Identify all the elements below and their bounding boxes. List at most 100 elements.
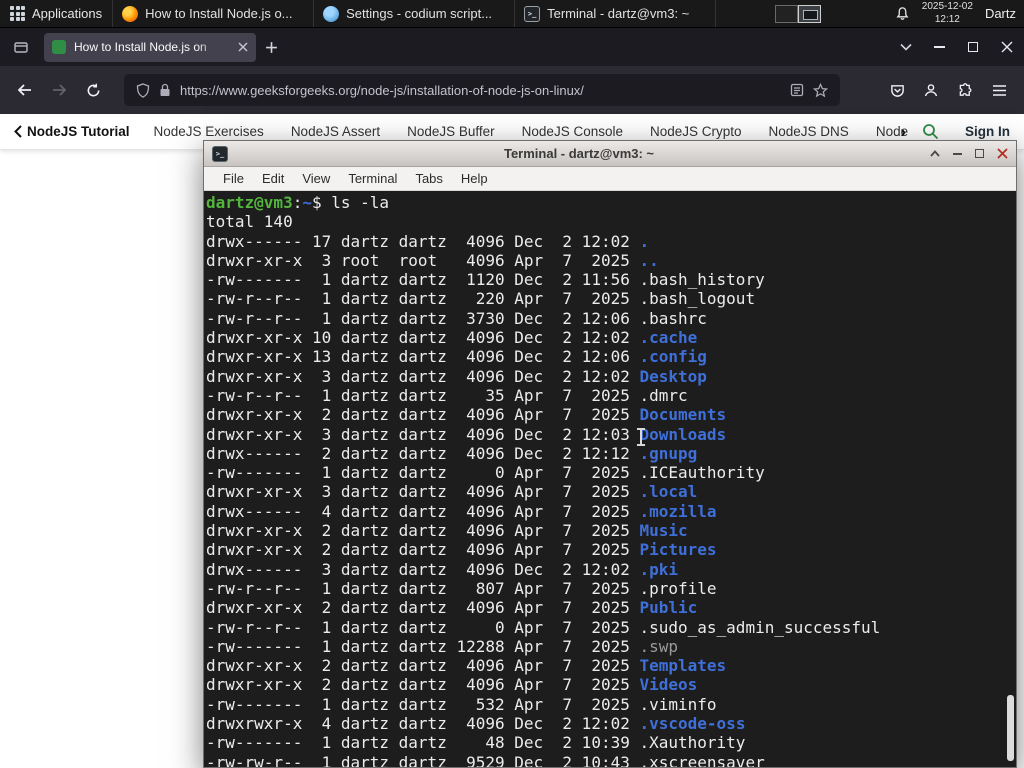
terminal-line: -rw-rw-r-- 1 dartz dartz 9529 Dec 2 10:4… [206, 752, 765, 767]
taskbar-status-area: 2025-12-02 12:12 Dartz [891, 0, 1024, 27]
terminal-menubar: File Edit View Terminal Tabs Help [204, 167, 1016, 191]
back-icon[interactable] [8, 74, 42, 106]
terminal-output: dartz@vm3:~$ ls -la total 140 drwx------ 1… [206, 193, 1016, 767]
mouse-ibeam-cursor [637, 428, 645, 446]
terminal-line: -rw-r--r-- 1 dartz dartz 807 Apr 7 2025 … [206, 578, 717, 598]
workspace-2-active[interactable] [797, 4, 821, 23]
terminal-menu-tabs[interactable]: Tabs [406, 171, 451, 186]
taskbar-window-button[interactable]: How to Install Node.js o... [113, 0, 315, 27]
site-nav-items: NodeJS Exercises NodeJS Assert NodeJS Buff… [154, 124, 913, 139]
forward-icon[interactable] [42, 74, 76, 106]
workspace-1[interactable] [774, 4, 798, 23]
terminal-line: drwxr-xr-x 3 root root 4096 Apr 7 2025 .… [206, 250, 659, 270]
terminal-line: -rw------- 1 dartz dartz 48 Dec 2 10:39 … [206, 733, 746, 753]
pocket-icon[interactable] [880, 74, 914, 106]
terminal-menu-file[interactable]: File [214, 171, 253, 186]
clock-time: 12:12 [934, 13, 960, 25]
tab-close-icon[interactable] [238, 42, 248, 52]
browser-toolbar: https://www.geeksforgeeks.org/node-js/in… [0, 66, 1024, 114]
terminal-minimize-icon[interactable] [953, 152, 962, 155]
lock-icon[interactable] [159, 83, 171, 97]
site-nav-right: Sign In [922, 123, 1010, 140]
tab-title: How to Install Node.js on [74, 40, 207, 54]
url-text[interactable]: https://www.geeksforgeeks.org/node-js/in… [180, 83, 781, 98]
terminal-titlebar[interactable]: >_ Terminal - dartz@vm3: ~ [204, 141, 1016, 167]
applications-menu[interactable]: Applications [0, 0, 114, 27]
terminal-menu-view[interactable]: View [293, 171, 339, 186]
terminal-menu-terminal[interactable]: Terminal [339, 171, 406, 186]
taskbar-spacer [716, 0, 775, 27]
browser-tab-active[interactable]: How to Install Node.js on [44, 32, 256, 62]
taskbar-window-button[interactable]: >_ Terminal - dartz@vm3: ~ [515, 0, 717, 27]
terminal-maximize-icon[interactable] [975, 149, 984, 158]
terminal-body[interactable]: dartz@vm3:~$ ls -la total 140 drwx------ 1… [204, 191, 1016, 767]
terminal-line: drwx------ 17 dartz dartz 4096 Dec 2 12:… [206, 231, 650, 251]
terminal-line: drwxr-xr-x 2 dartz dartz 4096 Apr 7 2025… [206, 405, 727, 425]
terminal-line: drwxr-xr-x 2 dartz dartz 4096 Apr 7 2025… [206, 675, 698, 695]
terminal-line: drwxr-xr-x 3 dartz dartz 4096 Dec 2 12:0… [206, 366, 707, 386]
site-nav-item[interactable]: NodeJS DNS [769, 124, 849, 139]
terminal-line: drwxr-xr-x 2 dartz dartz 4096 Apr 7 2025… [206, 540, 717, 560]
site-search-icon[interactable] [922, 123, 939, 140]
bookmark-star-icon[interactable] [813, 82, 828, 98]
terminal-menu-help[interactable]: Help [452, 171, 497, 186]
terminal-line: dartz@vm3:~$ ls -la [206, 193, 390, 212]
terminal-line: drwxr-xr-x 10 dartz dartz 4096 Dec 2 12:… [206, 328, 698, 348]
window-maximize-button[interactable] [956, 28, 990, 66]
taskbar: Applications How to Install Node.js o...… [0, 0, 1024, 28]
terminal-scrollbar-thumb[interactable] [1007, 695, 1014, 761]
site-nav-back[interactable]: NodeJS Tutorial [14, 124, 130, 139]
url-bar[interactable]: https://www.geeksforgeeks.org/node-js/in… [124, 74, 840, 106]
sign-in-button[interactable]: Sign In [965, 124, 1010, 139]
menu-hamburger-icon[interactable] [982, 74, 1016, 106]
terminal-line: drwxr-xr-x 2 dartz dartz 4096 Apr 7 2025… [206, 521, 688, 541]
list-all-tabs-icon[interactable] [890, 33, 922, 61]
terminal-close-icon[interactable] [997, 148, 1008, 159]
site-nav-scroll-right-icon[interactable]: › [900, 122, 906, 142]
account-icon[interactable] [914, 74, 948, 106]
settings-icon [323, 5, 340, 22]
site-nav-item[interactable]: NodeJS Console [522, 124, 623, 139]
clock[interactable]: 2025-12-02 12:12 [922, 1, 973, 26]
site-nav-item[interactable]: NodeJS Crypto [650, 124, 742, 139]
terminal-line: -rw-r--r-- 1 dartz dartz 35 Apr 7 2025 .… [206, 385, 688, 405]
new-tab-button[interactable] [256, 33, 286, 61]
terminal-shade-icon[interactable] [930, 150, 940, 157]
firefox-view-icon[interactable] [6, 33, 36, 61]
extensions-icon[interactable] [948, 74, 982, 106]
terminal-line: -rw------- 1 dartz dartz 1120 Dec 2 11:5… [206, 270, 765, 290]
user-name[interactable]: Dartz [985, 6, 1018, 21]
taskbar-window-title: Terminal - dartz@vm3: ~ [547, 6, 690, 21]
terminal-menu-edit[interactable]: Edit [253, 171, 293, 186]
reader-view-icon[interactable] [790, 83, 804, 97]
window-minimize-button[interactable] [922, 28, 956, 66]
terminal-line: drwx------ 2 dartz dartz 4096 Dec 2 12:1… [206, 443, 698, 463]
window-close-button[interactable] [990, 28, 1024, 66]
site-nav-item[interactable]: NodeJS Exercises [154, 124, 264, 139]
reload-icon[interactable] [76, 74, 110, 106]
terminal-line: -rw-r--r-- 1 dartz dartz 3730 Dec 2 12:0… [206, 308, 707, 328]
terminal-line: total 140 [206, 212, 293, 232]
terminal-line: drwxr-xr-x 13 dartz dartz 4096 Dec 2 12:… [206, 347, 707, 367]
terminal-line: drwxr-xr-x 2 dartz dartz 4096 Apr 7 2025… [206, 598, 698, 618]
site-nav-back-label: NodeJS Tutorial [27, 124, 130, 139]
terminal-line: -rw------- 1 dartz dartz 0 Apr 7 2025 .I… [206, 463, 765, 483]
terminal-line: drwxrwxr-x 4 dartz dartz 4096 Dec 2 12:0… [206, 714, 746, 734]
terminal-window-controls [930, 148, 1008, 159]
clock-date: 2025-12-02 [921, 1, 973, 12]
notification-bell-icon[interactable] [895, 6, 910, 21]
tab-favicon [52, 40, 66, 54]
tab-bar: How to Install Node.js on [0, 28, 1024, 66]
site-nav-item[interactable]: NodeJS Assert [291, 124, 380, 139]
terminal-line: drwxr-xr-x 2 dartz dartz 4096 Apr 7 2025… [206, 656, 727, 676]
taskbar-window-title: Settings - codium script... [346, 6, 493, 21]
tracking-shield-icon[interactable] [136, 82, 150, 98]
taskbar-window-button[interactable]: Settings - codium script... [314, 0, 516, 27]
workspace-switcher[interactable] [774, 0, 821, 27]
terminal-line: drwxr-xr-x 3 dartz dartz 4096 Apr 7 2025… [206, 482, 698, 502]
taskbar-window-title: How to Install Node.js o... [145, 6, 293, 21]
terminal-line: -rw------- 1 dartz dartz 532 Apr 7 2025 … [206, 694, 717, 714]
terminal-line: -rw------- 1 dartz dartz 12288 Apr 7 202… [206, 636, 679, 656]
site-nav-item[interactable]: NodeJS Buffer [407, 124, 495, 139]
applications-icon [10, 6, 25, 21]
